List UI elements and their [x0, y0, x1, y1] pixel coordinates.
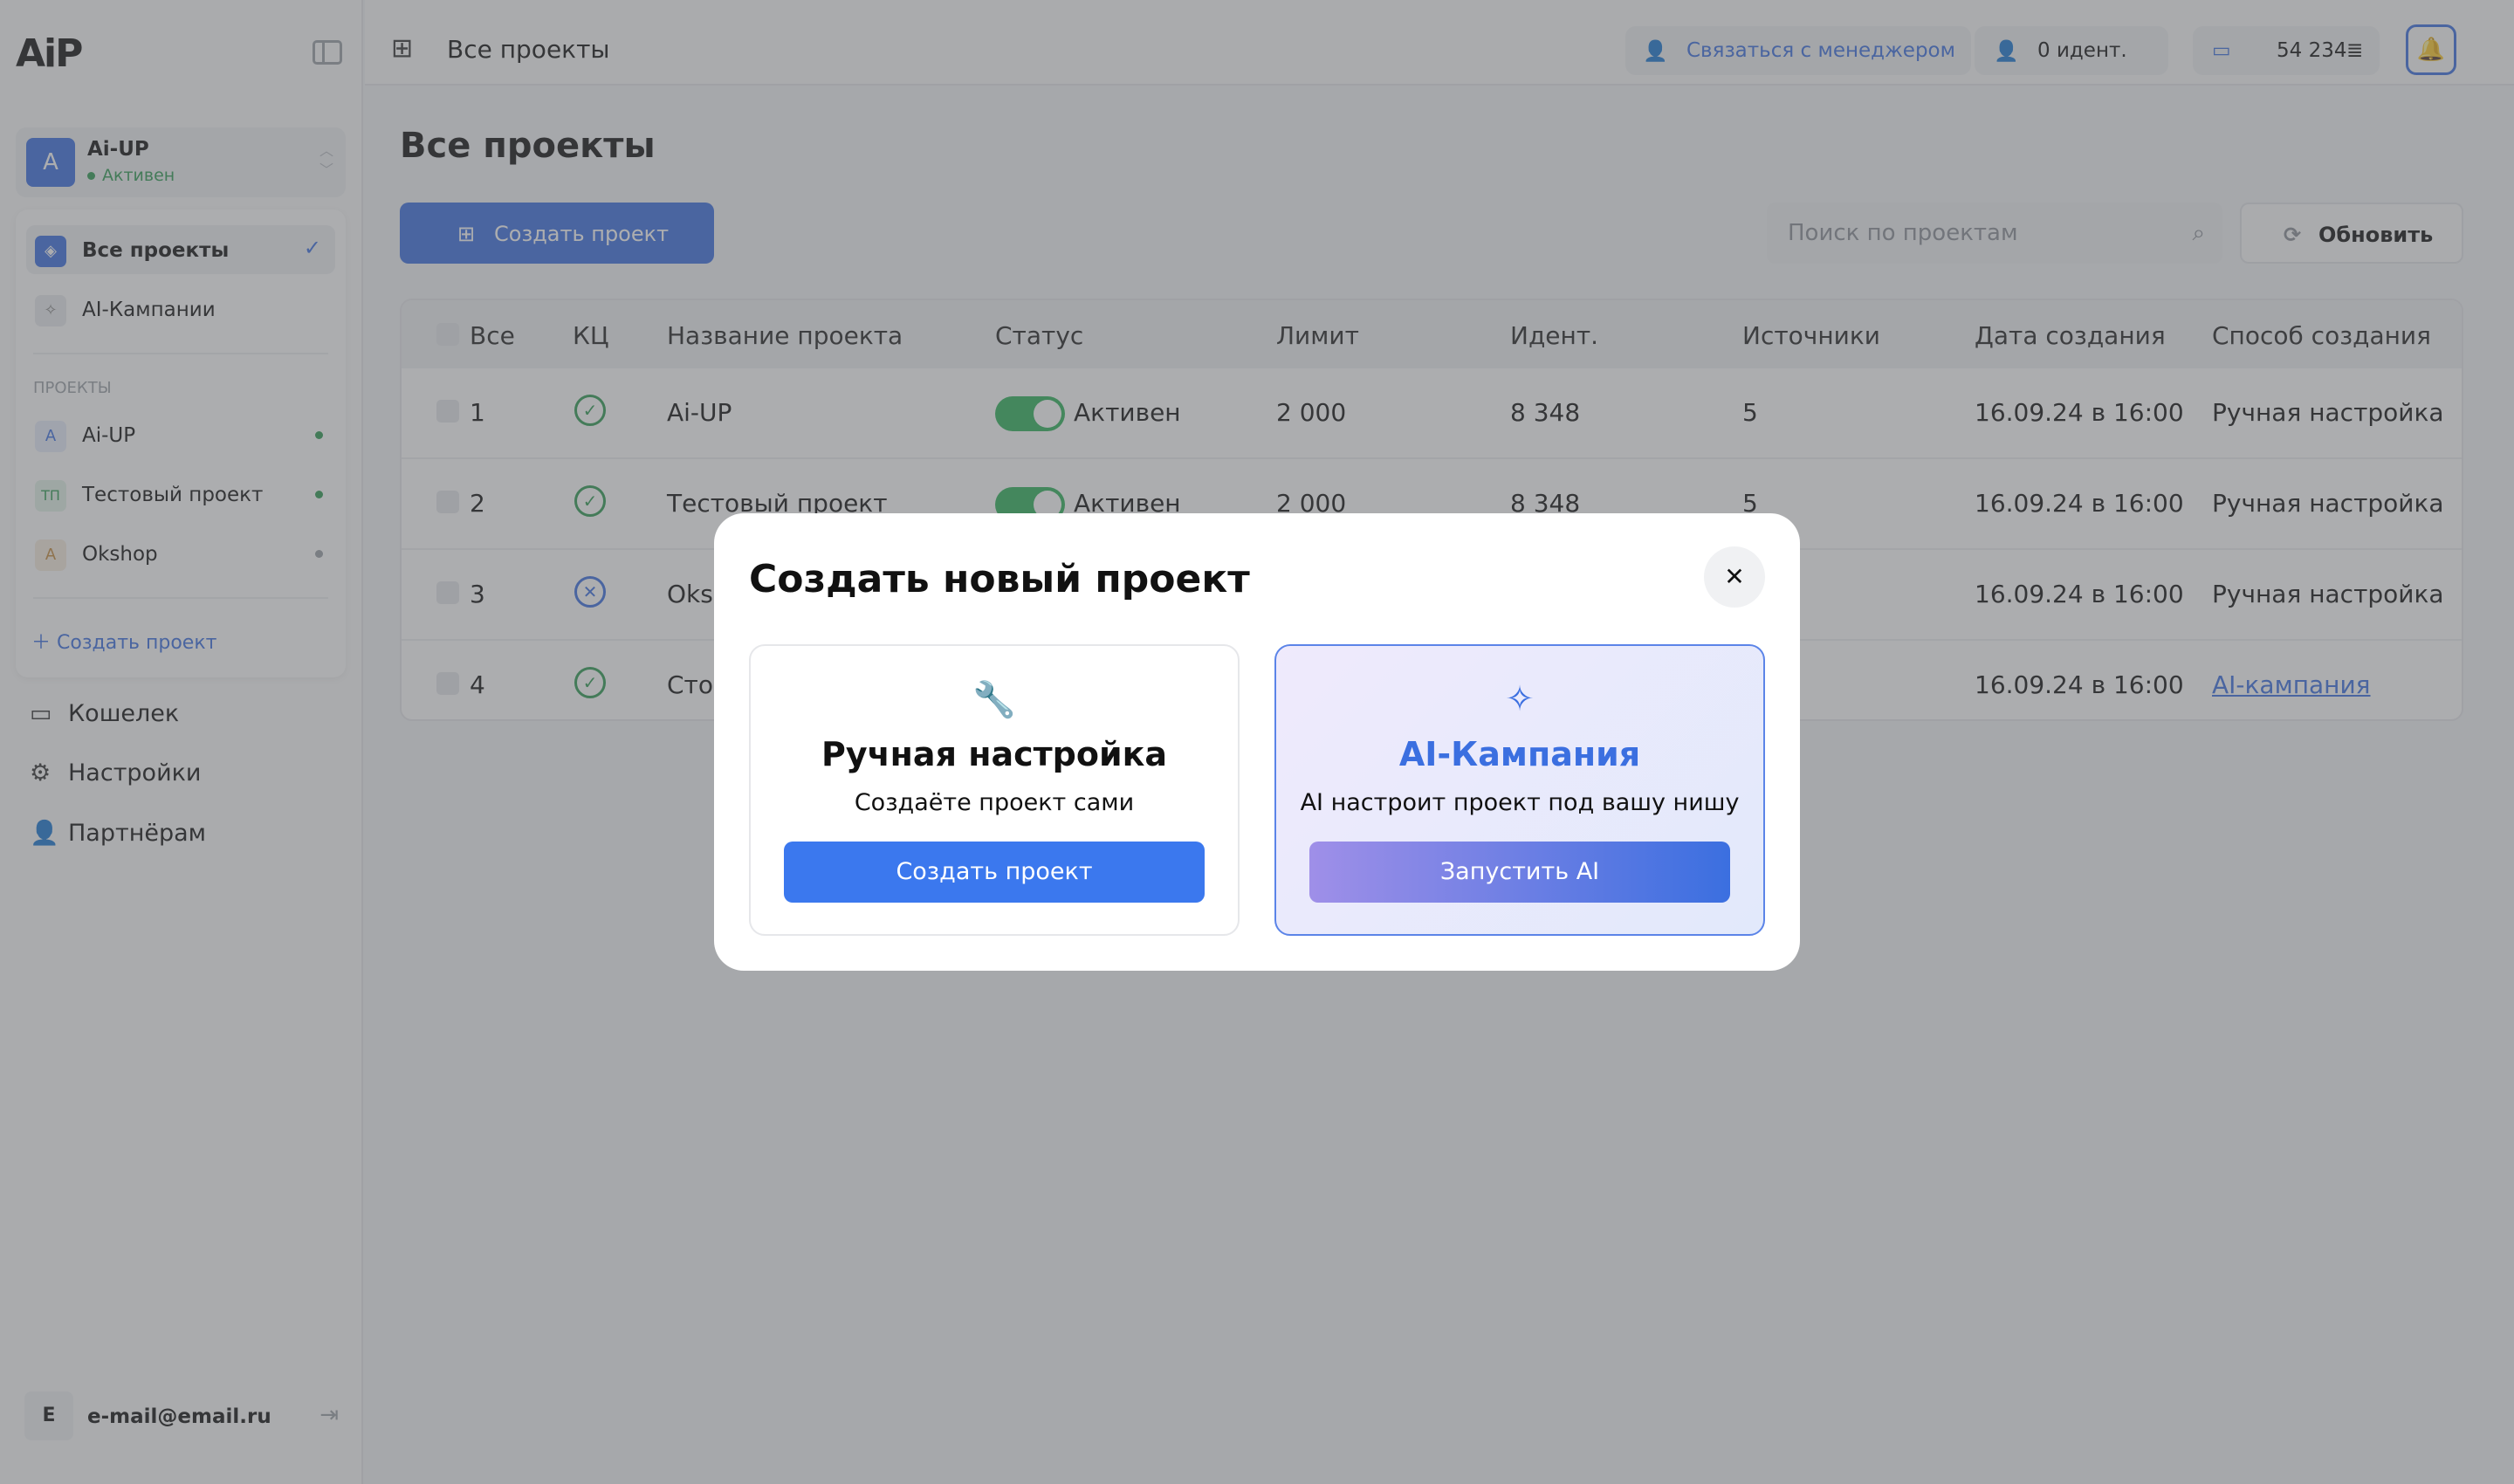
- ai-subtitle: AI настроит проект под вашу нишу: [1300, 789, 1740, 816]
- launch-ai-button[interactable]: Запустить AI: [1309, 842, 1730, 903]
- option-ai-campaign[interactable]: ✧ AI-Кампания AI настроит проект под ваш…: [1274, 644, 1765, 936]
- option-manual-setup[interactable]: 🔧 Ручная настройка Создаёте проект сами …: [749, 644, 1240, 936]
- sparkle-icon: ✧: [1505, 679, 1535, 719]
- create-project-modal: Создать новый проект ✕ 🔧 Ручная настройк…: [714, 513, 1800, 971]
- manual-create-button[interactable]: Создать проект: [784, 842, 1205, 903]
- wrench-icon: 🔧: [972, 680, 1016, 720]
- close-icon[interactable]: ✕: [1704, 546, 1765, 608]
- manual-title: Ручная настройка: [821, 735, 1168, 773]
- modal-title: Создать новый проект: [749, 557, 1250, 601]
- ai-title: AI-Кампания: [1398, 735, 1641, 773]
- manual-subtitle: Создаёте проект сами: [854, 789, 1135, 816]
